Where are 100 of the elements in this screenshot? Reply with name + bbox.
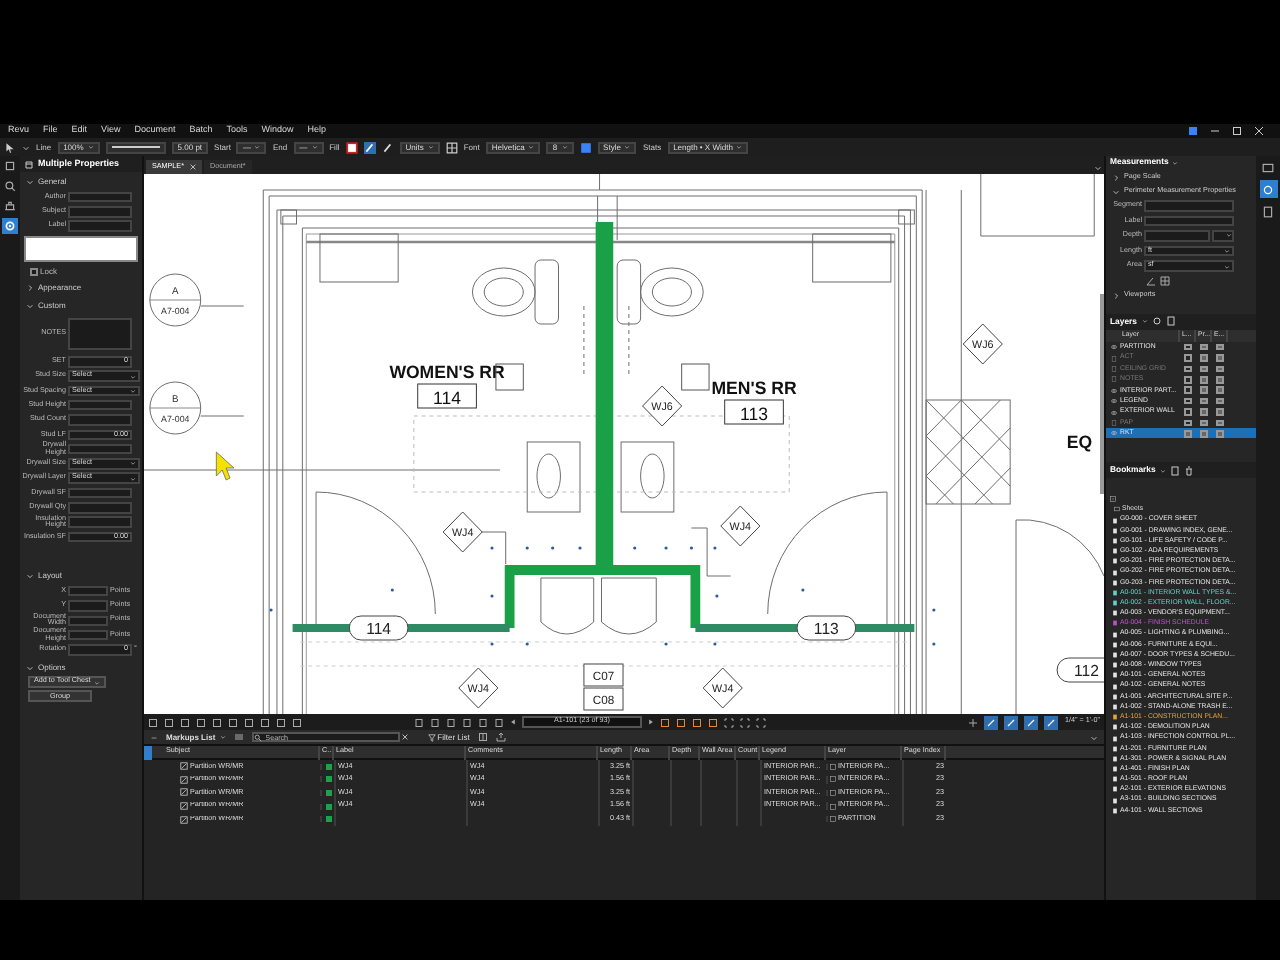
text-field[interactable] bbox=[68, 414, 132, 426]
eye-icon[interactable] bbox=[1110, 409, 1118, 415]
checkbox[interactable] bbox=[1200, 386, 1208, 394]
checkbox[interactable] bbox=[1184, 408, 1192, 416]
chevron-right-icon[interactable] bbox=[26, 284, 34, 293]
checkbox[interactable] bbox=[1184, 376, 1192, 384]
chevron-right-icon[interactable] bbox=[1112, 291, 1120, 300]
number-field[interactable] bbox=[68, 585, 108, 597]
cursor-icon[interactable] bbox=[4, 141, 16, 153]
checkbox[interactable] bbox=[1216, 430, 1224, 438]
checkbox[interactable] bbox=[1184, 430, 1192, 438]
checkbox[interactable] bbox=[1216, 419, 1224, 427]
caret-icon bbox=[130, 460, 136, 467]
text-field[interactable] bbox=[1144, 230, 1210, 242]
angle-icon[interactable] bbox=[1146, 275, 1156, 286]
chevron-down-icon[interactable] bbox=[26, 178, 34, 186]
export-icon[interactable] bbox=[495, 732, 506, 742]
checkbox[interactable] bbox=[1216, 376, 1224, 384]
rail-button[interactable] bbox=[1259, 158, 1277, 176]
chevron-down-icon[interactable] bbox=[1112, 187, 1120, 195]
text-field[interactable] bbox=[68, 502, 132, 514]
checkbox[interactable] bbox=[1216, 343, 1224, 351]
text-field[interactable] bbox=[68, 487, 132, 499]
checkbox[interactable] bbox=[1200, 408, 1208, 416]
caret-icon bbox=[1141, 318, 1148, 325]
number-field[interactable] bbox=[68, 615, 108, 627]
pen-icon[interactable] bbox=[381, 141, 394, 153]
hidden-box-icon[interactable] bbox=[1110, 419, 1118, 426]
checkbox[interactable] bbox=[1184, 397, 1192, 405]
folder-icon bbox=[1114, 506, 1120, 513]
spin-field[interactable] bbox=[68, 516, 132, 528]
checkbox[interactable] bbox=[1216, 397, 1224, 405]
hidden-box-icon[interactable] bbox=[1110, 365, 1118, 372]
square-icon[interactable] bbox=[164, 717, 174, 727]
eye-icon[interactable] bbox=[1110, 344, 1118, 351]
collapse-icon[interactable] bbox=[1110, 496, 1116, 503]
number-field[interactable] bbox=[68, 629, 108, 641]
wall-markup[interactable] bbox=[595, 222, 614, 566]
checkbox[interactable] bbox=[1184, 365, 1192, 373]
hidden-box-icon[interactable] bbox=[1110, 355, 1118, 362]
text-field[interactable] bbox=[68, 191, 132, 203]
crop-icon[interactable] bbox=[724, 717, 734, 727]
notes-field[interactable] bbox=[68, 318, 132, 351]
maximize-icon[interactable] bbox=[1232, 126, 1242, 136]
fill-color-icon[interactable] bbox=[345, 141, 358, 153]
settings-icon[interactable] bbox=[1151, 316, 1162, 327]
wall-markup[interactable] bbox=[504, 565, 701, 628]
rail-button[interactable] bbox=[2, 198, 18, 214]
minimize-icon[interactable] bbox=[1210, 126, 1220, 136]
line-style-dropdown[interactable] bbox=[105, 141, 166, 153]
search-icon bbox=[253, 733, 262, 742]
rail-button[interactable] bbox=[2, 178, 18, 194]
checkbox[interactable] bbox=[1184, 343, 1192, 351]
markup-icon bbox=[180, 762, 188, 771]
hidden-box-icon[interactable] bbox=[1110, 376, 1118, 383]
checkbox[interactable] bbox=[1216, 354, 1224, 362]
checkbox[interactable] bbox=[1184, 419, 1192, 427]
spin-field[interactable] bbox=[68, 399, 132, 411]
text-field[interactable] bbox=[68, 220, 132, 232]
caret-icon bbox=[311, 144, 318, 150]
number-field[interactable] bbox=[68, 600, 108, 612]
text-field[interactable] bbox=[68, 206, 132, 218]
text-area[interactable] bbox=[24, 235, 138, 262]
checkbox[interactable] bbox=[1200, 397, 1208, 405]
move-icon[interactable] bbox=[968, 717, 979, 727]
caret-icon bbox=[561, 144, 568, 150]
close-icon[interactable] bbox=[1254, 126, 1264, 136]
checkbox[interactable] bbox=[1216, 386, 1224, 394]
checkbox[interactable] bbox=[1200, 430, 1208, 438]
checkbox[interactable] bbox=[1200, 365, 1208, 373]
checkbox[interactable] bbox=[1200, 343, 1208, 351]
checkbox[interactable] bbox=[30, 267, 38, 276]
checkbox[interactable] bbox=[1184, 354, 1192, 362]
eye-icon[interactable] bbox=[1110, 398, 1118, 405]
text-color-icon[interactable] bbox=[579, 141, 592, 153]
checkbox[interactable] bbox=[1216, 408, 1224, 416]
checkbox[interactable] bbox=[1200, 354, 1208, 362]
text-field[interactable] bbox=[1144, 200, 1234, 212]
checkbox[interactable] bbox=[1200, 419, 1208, 427]
rail-button[interactable] bbox=[1259, 202, 1277, 220]
previous-icon[interactable] bbox=[510, 718, 516, 726]
text-field[interactable] bbox=[1144, 215, 1234, 227]
checkbox[interactable] bbox=[1200, 376, 1208, 384]
checkbox[interactable] bbox=[1184, 386, 1192, 394]
door-tag: 114 bbox=[348, 615, 409, 641]
close-icon[interactable] bbox=[189, 164, 196, 170]
caret-icon[interactable] bbox=[1094, 162, 1102, 174]
checkbox[interactable] bbox=[1216, 365, 1224, 373]
scrollbar[interactable] bbox=[1100, 294, 1104, 494]
trash-icon[interactable] bbox=[1183, 465, 1194, 476]
spin-field[interactable] bbox=[68, 443, 132, 455]
next-icon[interactable] bbox=[648, 718, 654, 726]
caret-icon bbox=[427, 144, 434, 150]
eye-icon[interactable] bbox=[1110, 387, 1118, 394]
markup-icon bbox=[180, 815, 188, 824]
caret-icon[interactable] bbox=[1090, 733, 1098, 741]
rail-button[interactable] bbox=[1259, 180, 1277, 198]
fullscreen-icon[interactable] bbox=[756, 717, 766, 727]
close-icon[interactable] bbox=[401, 734, 408, 740]
app-icon[interactable] bbox=[1188, 126, 1198, 136]
